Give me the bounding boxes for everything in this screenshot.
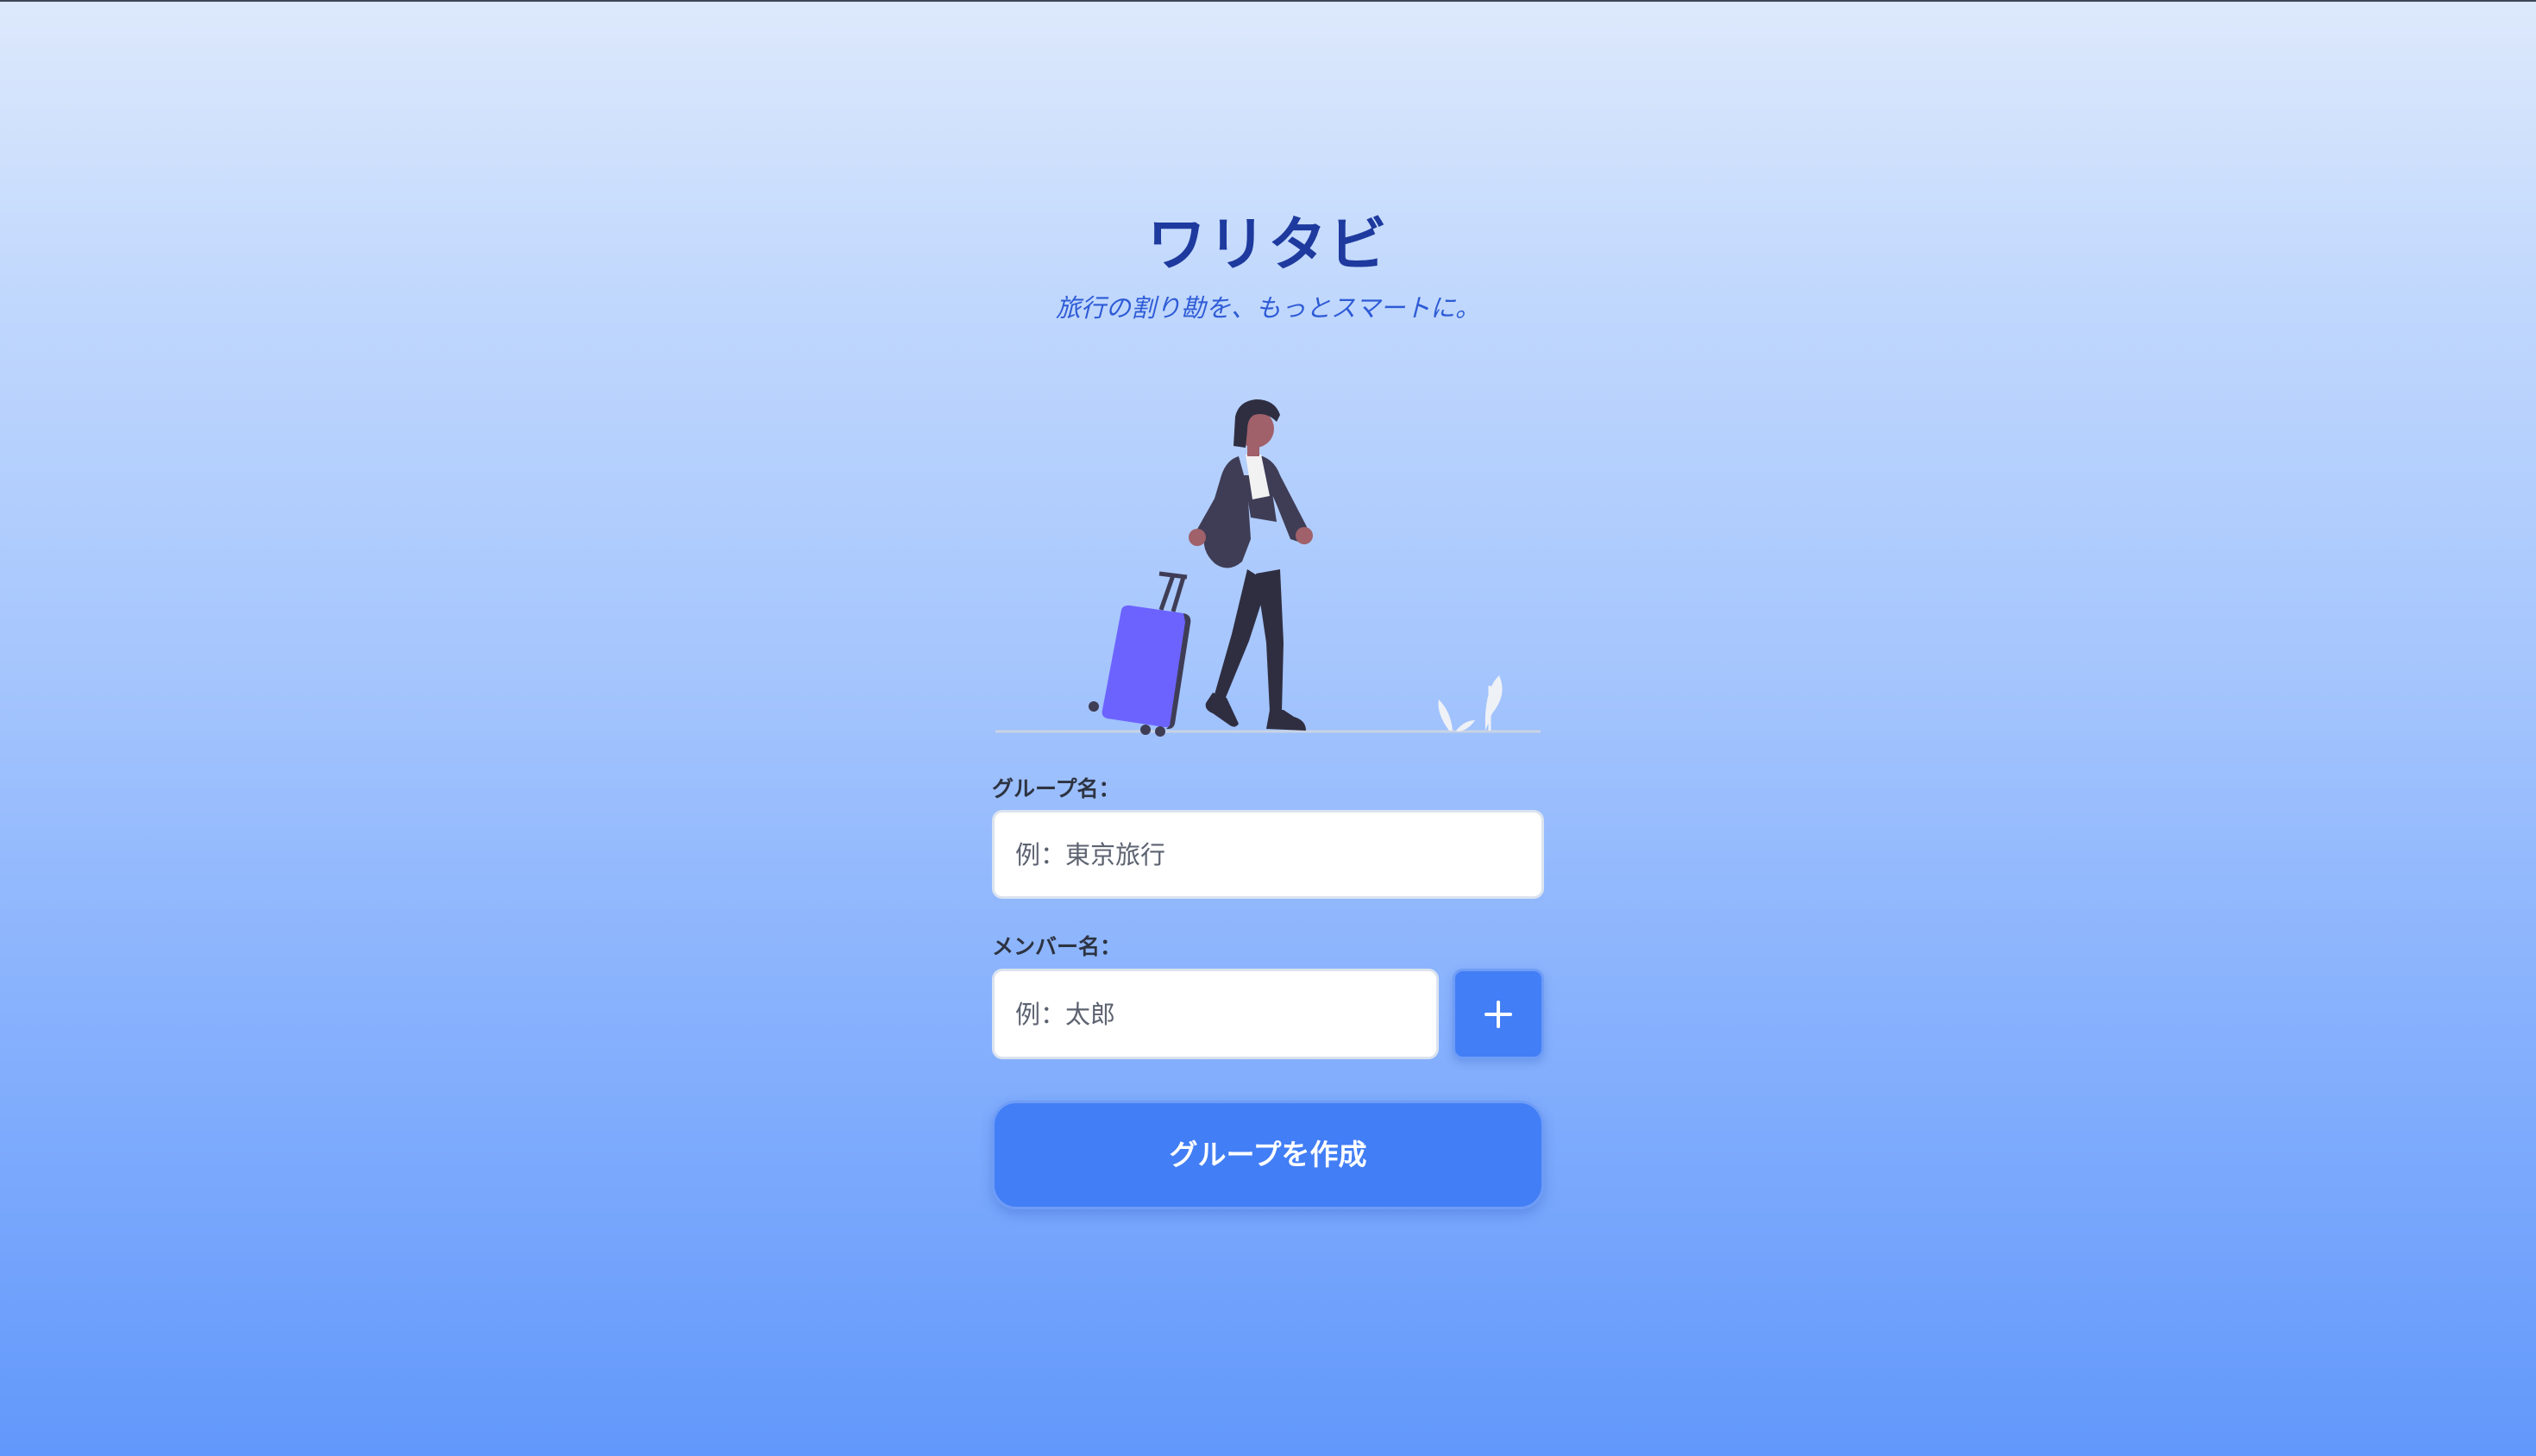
group-name-label: グループ名： (992, 776, 1120, 801)
app-title: ワリタビ (1146, 211, 1389, 279)
member-name-input[interactable] (992, 969, 1439, 1059)
app-tagline: 旅行の割り勘を、もっとスマートに。 (1055, 293, 1481, 323)
group-name-input[interactable] (992, 810, 1544, 899)
window-top-border (0, 0, 2536, 2)
suitcase-icon (1089, 571, 1191, 737)
add-member-button[interactable] (1453, 969, 1544, 1059)
create-group-button[interactable]: グループを作成 (992, 1101, 1544, 1209)
traveler-illustration (995, 399, 1541, 737)
plant-icon (1438, 675, 1503, 731)
member-name-label: メンバー名： (992, 934, 1122, 959)
traveler-person (1189, 399, 1313, 731)
